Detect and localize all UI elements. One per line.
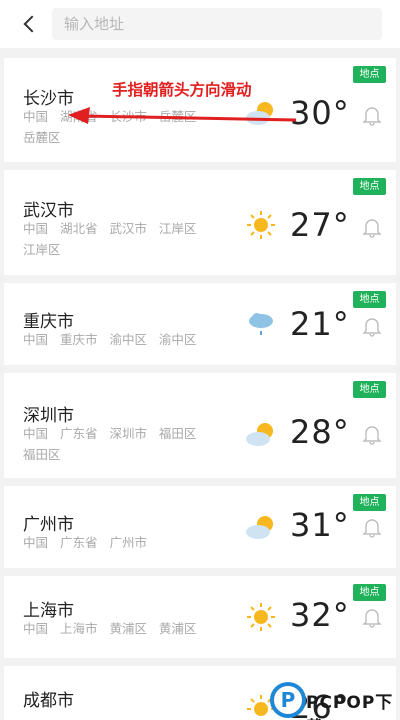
city-card-chongqing[interactable]: 重庆市 中国 重庆市 渝中区 渝中区 地点 21° xyxy=(4,283,396,365)
city-card-shanghai[interactable]: 上海市 中国 上海市 黄浦区 黄浦区 地点 32° xyxy=(4,576,396,658)
location-badge: 地点 xyxy=(353,66,386,83)
temperature: 28° xyxy=(290,413,350,451)
sun-icon xyxy=(247,211,275,239)
city-card-guangzhou[interactable]: 广州市 中国 广东省 广州市 地点 31° xyxy=(4,486,396,568)
header-bar xyxy=(0,0,400,48)
city-card-shenzhen[interactable]: 深圳市 中国 广东省 深圳市 福田区 福田区 地点 28° xyxy=(4,373,396,478)
location-badge: 地点 xyxy=(353,494,386,511)
city-list: 长沙市 中国 湖南省 长沙市 岳麓区 岳麓区 地点 30° 武汉市 中国 湖北省… xyxy=(4,58,396,720)
city-card-wuhan[interactable]: 武汉市 中国 湖北省 武汉市 江岸区 江岸区 地点 27° xyxy=(4,170,396,275)
rain-cloud-icon xyxy=(249,313,273,335)
city-region: 中国 广东省 广州市 xyxy=(23,535,147,550)
temperature: 31° xyxy=(290,506,350,544)
partly-cloudy-icon xyxy=(246,516,273,539)
bell-icon[interactable] xyxy=(361,606,383,628)
location-badge: 地点 xyxy=(353,584,386,601)
bell-icon[interactable] xyxy=(361,216,383,238)
city-region: 中国 上海市 黄浦区 黄浦区 xyxy=(23,621,197,636)
address-search-input[interactable] xyxy=(52,8,382,40)
watermark-logo-icon: P xyxy=(270,682,306,718)
back-button[interactable] xyxy=(16,10,44,38)
bell-icon[interactable] xyxy=(361,423,383,445)
partly-cloudy-icon xyxy=(246,423,273,446)
bell-icon[interactable] xyxy=(361,315,383,337)
swipe-instruction: 手指朝箭头方向滑动 xyxy=(112,81,252,99)
location-badge: 地点 xyxy=(353,178,386,195)
location-badge: 地点 xyxy=(353,381,386,398)
city-region: 中国 广东省 深圳市 福田区 福田区 xyxy=(23,426,197,462)
sun-icon xyxy=(247,603,275,631)
bell-icon[interactable] xyxy=(361,516,383,538)
chevron-left-icon xyxy=(23,15,41,33)
location-badge: 地点 xyxy=(353,291,386,308)
pcpop-watermark: P PCPOP下载 xyxy=(270,682,400,720)
temperature: 21° xyxy=(290,305,350,343)
temperature: 32° xyxy=(290,596,350,634)
watermark-text: PCPOP下载 xyxy=(306,693,394,720)
temperature: 27° xyxy=(290,206,350,244)
city-region: 中国 重庆市 渝中区 渝中区 xyxy=(23,332,197,347)
city-name: 成都市 xyxy=(23,691,74,711)
arrow-left-icon xyxy=(68,107,297,124)
city-region: 中国 湖北省 武汉市 江岸区 江岸区 xyxy=(23,221,197,257)
bell-icon[interactable] xyxy=(361,104,383,126)
